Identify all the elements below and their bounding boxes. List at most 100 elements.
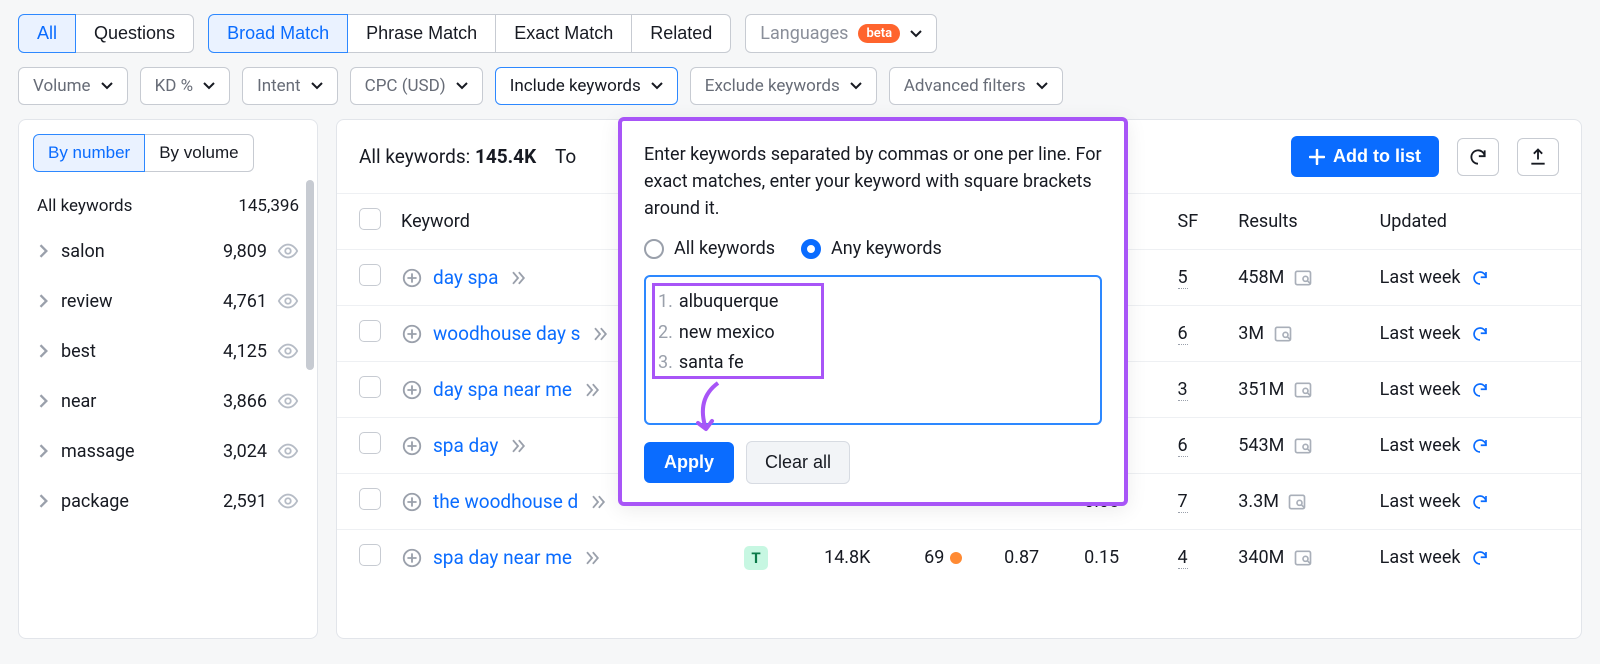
refresh-icon[interactable] (1471, 269, 1489, 287)
refresh-icon[interactable] (1471, 493, 1489, 511)
refresh-icon[interactable] (1471, 381, 1489, 399)
keyword-link[interactable]: day spa (433, 266, 498, 289)
sidebar-item-term: review (61, 291, 213, 312)
refresh-icon[interactable] (1471, 549, 1489, 567)
tab-related[interactable]: Related (632, 14, 731, 53)
row-checkbox[interactable] (359, 544, 381, 566)
select-all-checkbox[interactable] (359, 208, 381, 230)
keywords-textarea[interactable]: 1.albuquerque2.new mexico3.santa fe (644, 275, 1102, 425)
filter-include-label: Include keywords (510, 76, 641, 96)
refresh-button[interactable] (1457, 138, 1499, 176)
sidebar-item[interactable]: massage 3,024 (33, 426, 303, 476)
tab-phrase-match[interactable]: Phrase Match (348, 14, 496, 53)
keyword-line: 2.new mexico (658, 318, 1088, 349)
summary-text: All keywords: 145.4K To (359, 145, 576, 168)
chevron-down-icon (910, 28, 922, 40)
sf-value[interactable]: 3 (1178, 379, 1188, 401)
apply-button[interactable]: Apply (644, 442, 734, 483)
sidebar: By number By volume All keywords 145,396… (18, 119, 318, 639)
serp-icon[interactable] (1293, 548, 1313, 568)
sf-value[interactable]: 6 (1178, 323, 1188, 345)
radio-all-keywords[interactable]: All keywords (644, 238, 775, 259)
sidebar-tab-by-volume[interactable]: By volume (145, 134, 253, 172)
filter-intent[interactable]: Intent (242, 67, 338, 105)
sidebar-item[interactable]: review 4,761 (33, 276, 303, 326)
serp-icon[interactable] (1293, 380, 1313, 400)
sidebar-header-label: All keywords (37, 196, 132, 216)
refresh-icon[interactable] (1471, 437, 1489, 455)
plus-circle-icon[interactable] (401, 323, 423, 345)
row-checkbox[interactable] (359, 264, 381, 286)
serp-icon[interactable] (1273, 324, 1293, 344)
clear-all-button[interactable]: Clear all (746, 441, 850, 484)
updated-value: Last week (1380, 435, 1461, 456)
double-chevron-icon[interactable] (508, 436, 528, 456)
sidebar-item[interactable]: near 3,866 (33, 376, 303, 426)
eye-icon[interactable] (277, 390, 299, 412)
tab-broad-match[interactable]: Broad Match (208, 14, 348, 53)
serp-icon[interactable] (1293, 268, 1313, 288)
radio-icon-selected (801, 239, 821, 259)
chevron-right-icon (37, 244, 51, 258)
row-checkbox[interactable] (359, 488, 381, 510)
add-to-list-button[interactable]: Add to list (1291, 136, 1439, 177)
keyword-link[interactable]: spa day (433, 434, 498, 457)
sidebar-tab-by-number[interactable]: By number (33, 134, 145, 172)
export-button[interactable] (1517, 138, 1559, 176)
sidebar-scrollbar[interactable] (306, 180, 314, 370)
col-results[interactable]: Results (1228, 194, 1369, 250)
arrow-annotation (688, 379, 728, 435)
sidebar-item[interactable]: salon 9,809 (33, 226, 303, 276)
plus-circle-icon[interactable] (401, 547, 423, 569)
double-chevron-icon[interactable] (590, 324, 610, 344)
results-value: 3M (1238, 323, 1264, 344)
keyword-link[interactable]: day spa near me (433, 378, 572, 401)
eye-icon[interactable] (277, 290, 299, 312)
filter-advanced[interactable]: Advanced filters (889, 67, 1063, 105)
filter-include-keywords[interactable]: Include keywords (495, 67, 678, 105)
plus-circle-icon[interactable] (401, 491, 423, 513)
languages-dropdown[interactable]: Languages beta (745, 14, 937, 53)
filter-kd[interactable]: KD % (140, 67, 231, 105)
keyword-link[interactable]: the woodhouse d (433, 490, 578, 513)
row-checkbox[interactable] (359, 320, 381, 342)
tab-questions[interactable]: Questions (76, 14, 194, 53)
tab-all[interactable]: All (18, 14, 76, 53)
serp-icon[interactable] (1287, 492, 1307, 512)
intent-badge: T (744, 546, 768, 570)
chevron-down-icon (1036, 80, 1048, 92)
chevron-down-icon (101, 80, 113, 92)
row-checkbox[interactable] (359, 376, 381, 398)
double-chevron-icon[interactable] (582, 380, 602, 400)
sidebar-item[interactable]: package 2,591 (33, 476, 303, 526)
sf-value[interactable]: 7 (1178, 491, 1188, 513)
filter-volume[interactable]: Volume (18, 67, 128, 105)
eye-icon[interactable] (277, 490, 299, 512)
sidebar-item[interactable]: best 4,125 (33, 326, 303, 376)
sf-value[interactable]: 5 (1178, 267, 1188, 289)
col-updated[interactable]: Updated (1370, 194, 1581, 250)
radio-any-keywords[interactable]: Any keywords (801, 238, 942, 259)
eye-icon[interactable] (277, 340, 299, 362)
keyword-link[interactable]: woodhouse day s (433, 322, 580, 345)
sf-value[interactable]: 4 (1178, 547, 1188, 569)
serp-icon[interactable] (1293, 436, 1313, 456)
double-chevron-icon[interactable] (582, 548, 602, 568)
plus-circle-icon[interactable] (401, 435, 423, 457)
tab-exact-match[interactable]: Exact Match (496, 14, 632, 53)
col-sf[interactable]: SF (1168, 194, 1229, 250)
kd-value: 69 (924, 547, 944, 568)
plus-circle-icon[interactable] (401, 379, 423, 401)
refresh-icon[interactable] (1471, 325, 1489, 343)
keyword-link[interactable]: spa day near me (433, 546, 572, 569)
double-chevron-icon[interactable] (508, 268, 528, 288)
eye-icon[interactable] (277, 440, 299, 462)
row-checkbox[interactable] (359, 432, 381, 454)
filter-exclude-keywords[interactable]: Exclude keywords (690, 67, 877, 105)
plus-circle-icon[interactable] (401, 267, 423, 289)
eye-icon[interactable] (277, 240, 299, 262)
sf-value[interactable]: 6 (1178, 435, 1188, 457)
double-chevron-icon[interactable] (588, 492, 608, 512)
tab-group-match-types: Broad Match Phrase Match Exact Match Rel… (208, 14, 731, 53)
filter-cpc[interactable]: CPC (USD) (350, 67, 483, 105)
